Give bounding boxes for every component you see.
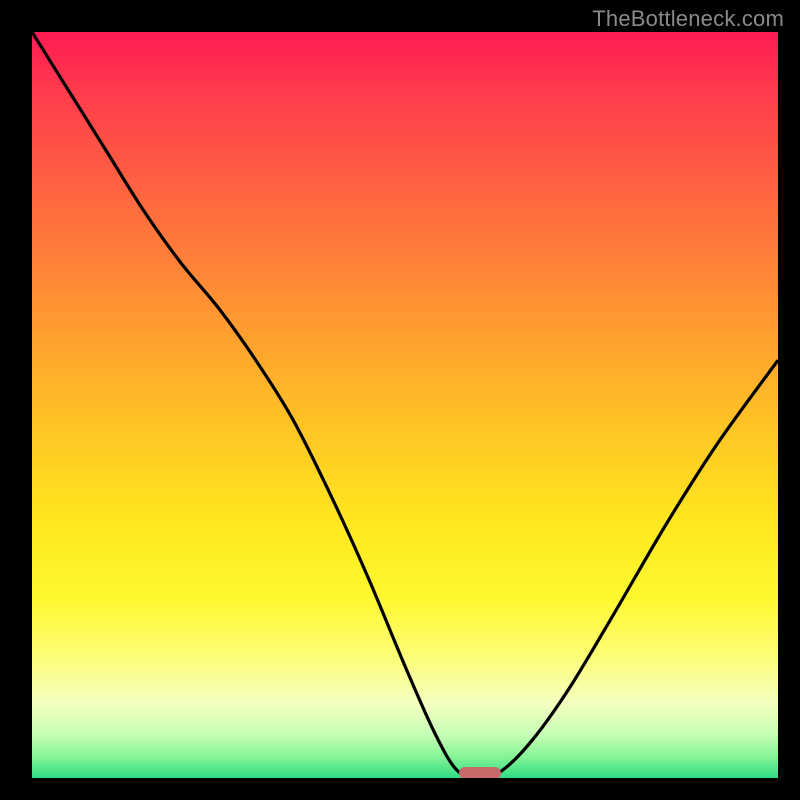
chart-frame: TheBottleneck.com — [0, 0, 800, 800]
bottleneck-curve — [32, 32, 778, 778]
optimal-marker — [459, 767, 501, 778]
watermark-text: TheBottleneck.com — [592, 6, 784, 32]
plot-area — [32, 32, 778, 778]
